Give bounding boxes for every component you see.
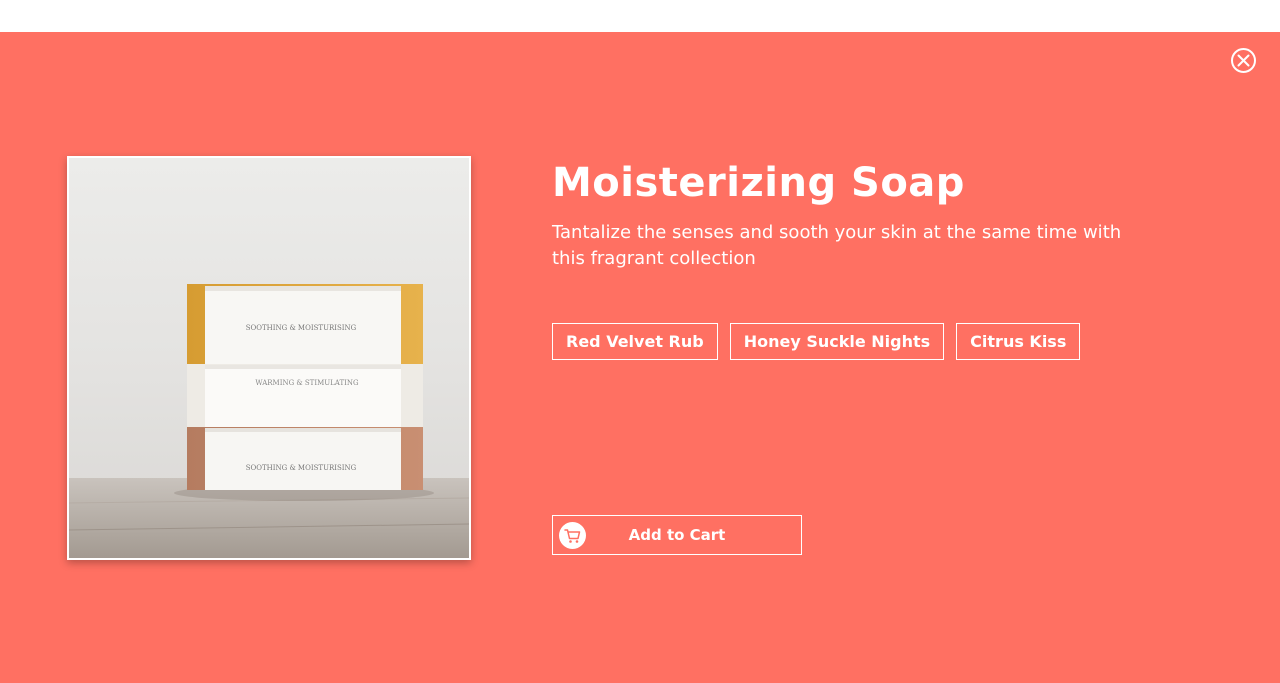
product-description: Tantalize the senses and sooth your skin…: [552, 222, 1122, 269]
product-modal: SOOTHING & MOISTURISING WARMING & STIMUL…: [0, 32, 1280, 683]
add-to-cart-button[interactable]: Add to Cart: [552, 515, 802, 555]
soap-label-bottom: SOOTHING & MOISTURISING: [246, 464, 357, 472]
product-image-frame: SOOTHING & MOISTURISING WARMING & STIMUL…: [67, 156, 471, 560]
variant-option-red-velvet-rub[interactable]: Red Velvet Rub: [552, 323, 718, 360]
top-bar: [0, 0, 1280, 32]
close-icon: [1237, 54, 1250, 67]
variant-options: Red Velvet Rub Honey Suckle Nights Citru…: [552, 323, 1081, 360]
variant-option-honey-suckle-nights[interactable]: Honey Suckle Nights: [729, 323, 945, 360]
variant-option-citrus-kiss[interactable]: Citrus Kiss: [956, 323, 1081, 360]
product-image: SOOTHING & MOISTURISING WARMING & STIMUL…: [69, 158, 469, 558]
soap-label-middle: WARMING & STIMULATING: [255, 379, 359, 387]
close-button[interactable]: [1231, 48, 1256, 73]
product-title: Moisterizing Soap: [552, 160, 965, 206]
soap-label-top: SOOTHING & MOISTURISING: [246, 324, 357, 332]
add-to-cart-label: Add to Cart: [628, 526, 726, 544]
soap-stack-photo: SOOTHING & MOISTURISING WARMING & STIMUL…: [69, 158, 469, 558]
